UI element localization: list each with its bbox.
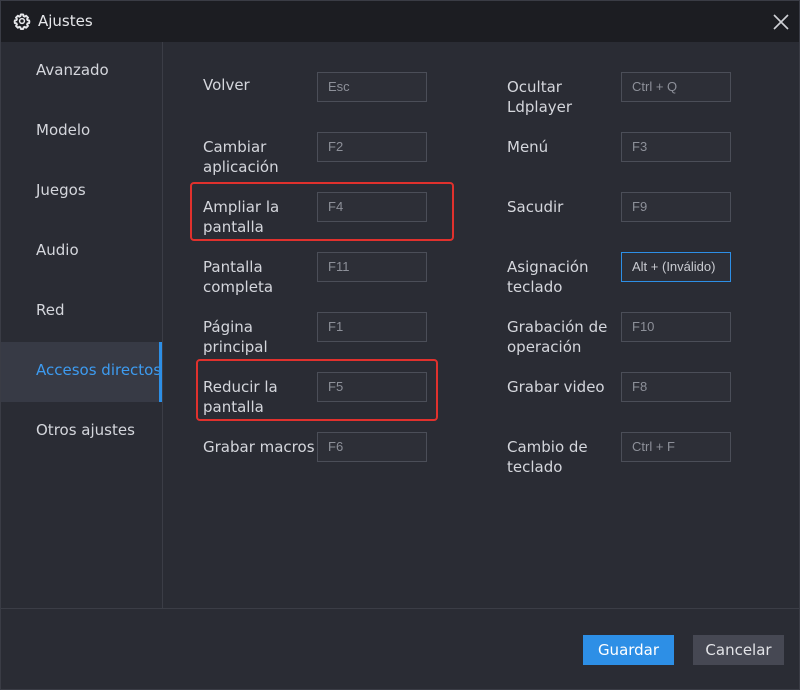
shortcut-label-cambiar-aplicacion: Cambiar aplicación (203, 138, 279, 176)
shortcut-label-asignacion-teclado: Asignación teclado (507, 258, 589, 296)
shortcut-field-volver[interactable]: Esc (317, 72, 427, 102)
sidebar-item-label: Red (36, 301, 65, 319)
shortcut-field-grabar-video[interactable]: F8 (621, 372, 731, 402)
shortcut-field-grabacion-operacion[interactable]: F10 (621, 312, 731, 342)
highlight-box-reducir (196, 359, 438, 421)
shortcut-label-pantalla-completa: Pantalla completa (203, 258, 274, 296)
shortcut-label-menu: Menú (507, 138, 549, 156)
shortcut-label-volver: Volver (203, 76, 250, 94)
close-icon[interactable] (769, 10, 793, 34)
sidebar-item-avanzado[interactable]: Avanzado (1, 42, 162, 102)
sidebar-item-modelo[interactable]: Modelo (1, 102, 162, 162)
sidebar-item-label: Accesos directos (36, 361, 162, 379)
shortcut-field-sacudir[interactable]: F9 (621, 192, 731, 222)
shortcut-field-cambiar-aplicacion[interactable]: F2 (317, 132, 427, 162)
shortcut-field-cambio-teclado[interactable]: Ctrl + F (621, 432, 731, 462)
shortcut-field-grabar-macros[interactable]: F6 (317, 432, 427, 462)
sidebar-item-accesos-directos[interactable]: Accesos directos (1, 342, 162, 402)
sidebar-item-red[interactable]: Red (1, 282, 162, 342)
save-button[interactable]: Guardar (583, 635, 674, 665)
highlight-box-ampliar (190, 182, 454, 241)
shortcut-field-pagina-principal[interactable]: F1 (317, 312, 427, 342)
settings-sidebar: Avanzado Modelo Juegos Audio Red Accesos… (1, 42, 163, 608)
shortcut-label-grabar-video: Grabar video (507, 378, 605, 396)
sidebar-item-label: Otros ajustes (36, 421, 135, 439)
sidebar-item-juegos[interactable]: Juegos (1, 162, 162, 222)
dialog-footer: Guardar Cancelar (1, 608, 799, 689)
shortcut-field-menu[interactable]: F3 (621, 132, 731, 162)
title-bar[interactable]: Ajustes (1, 1, 799, 42)
sidebar-item-label: Juegos (36, 181, 86, 199)
sidebar-item-label: Avanzado (36, 61, 109, 79)
settings-window: Ajustes Avanzado Modelo Juegos Audio Red… (0, 0, 800, 690)
shortcut-label-grabacion-operacion: Grabación de operación (507, 318, 608, 356)
gear-icon (13, 13, 31, 30)
sidebar-item-label: Audio (36, 241, 79, 259)
shortcut-label-sacudir: Sacudir (507, 198, 564, 216)
sidebar-item-label: Modelo (36, 121, 91, 139)
cancel-button[interactable]: Cancelar (693, 635, 784, 665)
shortcut-label-pagina-principal: Página principal (203, 318, 268, 356)
shortcuts-panel: Volver Esc Cambiar aplicación F2 Ampliar… (163, 42, 799, 608)
shortcut-label-ocultar-ldplayer: Ocultar Ldplayer (507, 78, 573, 116)
window-title: Ajustes (38, 12, 93, 30)
shortcut-field-pantalla-completa[interactable]: F11 (317, 252, 427, 282)
sidebar-item-otros-ajustes[interactable]: Otros ajustes (1, 402, 162, 462)
shortcut-label-grabar-macros: Grabar macros (203, 438, 315, 456)
sidebar-item-audio[interactable]: Audio (1, 222, 162, 282)
shortcut-field-ocultar-ldplayer[interactable]: Ctrl + Q (621, 72, 731, 102)
shortcut-field-asignacion-teclado[interactable]: Alt + (Inválido) (621, 252, 731, 282)
shortcut-label-cambio-teclado: Cambio de teclado (507, 438, 588, 476)
